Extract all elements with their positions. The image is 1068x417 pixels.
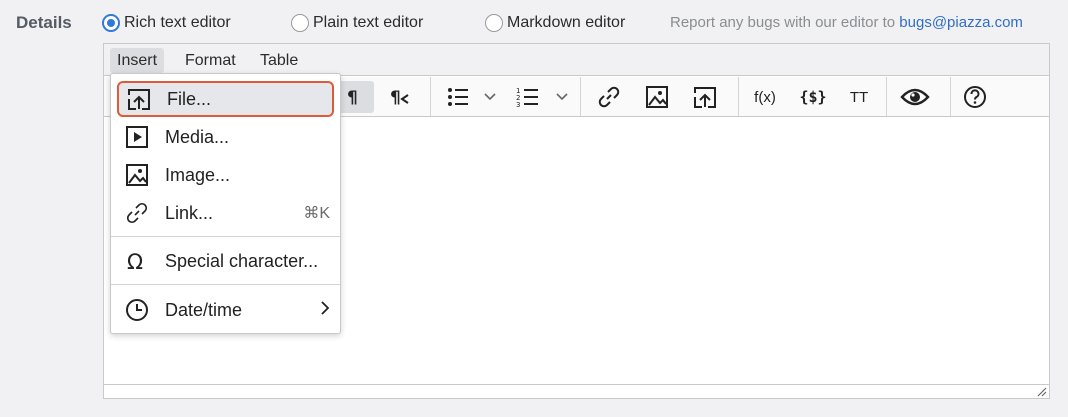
teletype-button[interactable]: TT — [842, 81, 876, 113]
insert-datetime-item[interactable]: Date/time — [117, 292, 334, 328]
clock-icon — [123, 296, 151, 324]
help-icon — [964, 86, 986, 108]
editor-statusbar — [104, 384, 1049, 398]
link-icon — [598, 86, 620, 108]
resize-handle-icon[interactable] — [1036, 386, 1047, 397]
rich-text-label[interactable]: Rich text editor — [124, 14, 231, 32]
insert-formula-button[interactable]: f(x) — [746, 81, 784, 113]
image-icon — [123, 161, 151, 189]
link-shortcut: ⌘K — [303, 205, 330, 222]
chevron-down-icon — [484, 93, 496, 101]
insert-link-button[interactable] — [594, 81, 624, 113]
insert-image-button[interactable] — [642, 81, 672, 113]
chevron-down-icon — [556, 93, 568, 101]
insert-link-item[interactable]: Link... ⌘K — [117, 195, 334, 231]
markdown-option[interactable]: Markdown editor — [485, 12, 625, 34]
help-button[interactable] — [960, 81, 990, 113]
plain-text-label[interactable]: Plain text editor — [313, 14, 423, 32]
numbered-list-dropdown[interactable] — [552, 81, 572, 113]
svg-text:¶: ¶ — [347, 88, 358, 108]
insert-code-button[interactable]: {$} — [794, 81, 832, 113]
details-label: Details — [16, 13, 72, 32]
rtl-paragraph-button[interactable]: ¶ — [384, 81, 418, 113]
insert-menu-dropdown: File... Media... Image... Link... ⌘K Ω S… — [110, 73, 341, 334]
bug-report-note: Report any bugs with our editor to bugs@… — [670, 14, 1023, 31]
svg-text:3: 3 — [516, 101, 520, 109]
menu-divider — [111, 236, 340, 237]
insert-media-item[interactable]: Media... — [117, 119, 334, 155]
menu-format[interactable]: Format — [178, 48, 243, 73]
numbered-list-button[interactable]: 123 — [514, 81, 542, 113]
menu-insert[interactable]: Insert — [110, 48, 165, 73]
bullet-list-icon — [448, 88, 468, 106]
insert-special-character-item[interactable]: Ω Special character... — [117, 243, 334, 279]
rich-text-radio[interactable] — [102, 14, 120, 32]
insert-image-item[interactable]: Image... — [117, 157, 334, 193]
bug-report-text: Report any bugs with our editor to — [670, 14, 896, 31]
bullet-list-dropdown[interactable] — [480, 81, 500, 113]
link-icon — [123, 199, 151, 227]
play-media-icon — [123, 123, 151, 151]
svg-text:¶: ¶ — [390, 88, 401, 108]
editor-menubar: Insert Format Table — [104, 44, 1049, 76]
ltr-paragraph-icon: ¶ — [347, 88, 358, 108]
plain-text-radio[interactable] — [291, 14, 309, 32]
menu-table[interactable]: Table — [253, 48, 305, 73]
numbered-list-icon: 123 — [516, 87, 538, 109]
upload-icon — [694, 87, 716, 108]
rtl-paragraph-icon: ¶ — [390, 88, 409, 108]
special-character-label: Special character... — [165, 250, 319, 271]
markdown-radio[interactable] — [485, 14, 503, 32]
upload-icon — [125, 85, 153, 113]
insert-media-label: Media... — [165, 126, 230, 147]
bullet-list-button[interactable] — [444, 81, 472, 113]
chevron-right-icon — [320, 300, 330, 320]
plain-text-option[interactable]: Plain text editor — [291, 12, 423, 34]
bug-report-email-link[interactable]: bugs@piazza.com — [899, 14, 1023, 31]
insert-file-item[interactable]: File... — [117, 81, 334, 117]
menu-divider — [111, 284, 340, 285]
insert-image-label: Image... — [165, 164, 231, 185]
upload-file-button[interactable] — [690, 81, 720, 113]
datetime-label: Date/time — [165, 299, 243, 320]
eye-icon — [900, 88, 930, 106]
image-icon — [646, 86, 668, 108]
svg-text:Ω: Ω — [127, 250, 143, 273]
insert-link-label: Link... — [165, 202, 214, 223]
omega-icon: Ω — [123, 247, 151, 275]
insert-file-label: File... — [167, 88, 212, 109]
preview-button[interactable] — [898, 81, 932, 113]
rich-text-option[interactable]: Rich text editor — [102, 12, 231, 34]
markdown-label[interactable]: Markdown editor — [507, 14, 625, 32]
